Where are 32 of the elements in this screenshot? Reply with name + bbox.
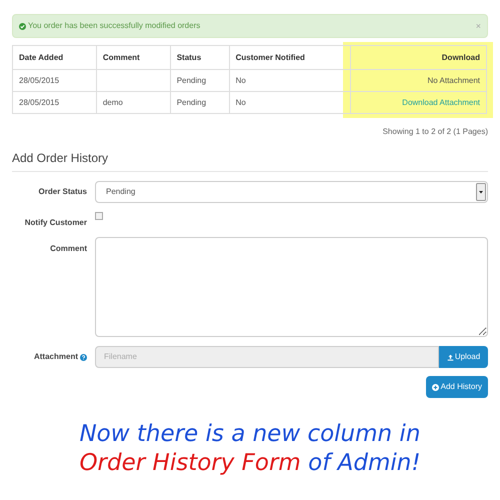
table-cell: Pending: [176, 76, 206, 84]
order-status-select[interactable]: Pending: [95, 181, 488, 203]
pagination-summary: Showing 1 to 2 of 2 (1 Pages): [382, 126, 488, 138]
table-cell: demo: [102, 98, 123, 106]
column-header: Comment: [96, 46, 170, 70]
column-header: Customer Notified: [229, 46, 351, 70]
table-cell: 28/05/2015: [19, 98, 60, 106]
section-title: Add Order History: [12, 151, 108, 165]
check-circle-icon: [19, 22, 26, 30]
table-cell: No Attachment: [428, 76, 480, 84]
column-header: Download: [350, 46, 486, 70]
filename-field[interactable]: Filename: [95, 346, 439, 368]
caption: Now there is a new column in Order History Form of Admin!: [79, 420, 421, 478]
plus-circle-icon: [432, 384, 439, 390]
table-cell: No: [236, 98, 246, 106]
field-label: Notify Customer: [24, 217, 87, 229]
column-header: Date Added: [12, 46, 96, 70]
help-icon: [80, 354, 87, 360]
close-button[interactable]: ×: [476, 22, 481, 30]
field-label: Comment: [50, 243, 87, 255]
add-history-button[interactable]: Add History: [426, 376, 488, 398]
table-cell: 28/05/2015: [19, 76, 60, 84]
column-header: Status: [170, 46, 230, 70]
upload-button[interactable]: Upload: [439, 346, 488, 368]
field-label: Attachment: [34, 351, 78, 363]
field-label: Order Status: [38, 187, 87, 196]
notify-checkbox[interactable]: [95, 212, 103, 220]
alert-message: You order has been successfully modified orders: [28, 20, 202, 32]
upload-icon: [446, 354, 454, 360]
table-cell: Pending: [176, 98, 206, 106]
table-cell: No: [236, 76, 246, 84]
comment-field[interactable]: [95, 237, 488, 337]
